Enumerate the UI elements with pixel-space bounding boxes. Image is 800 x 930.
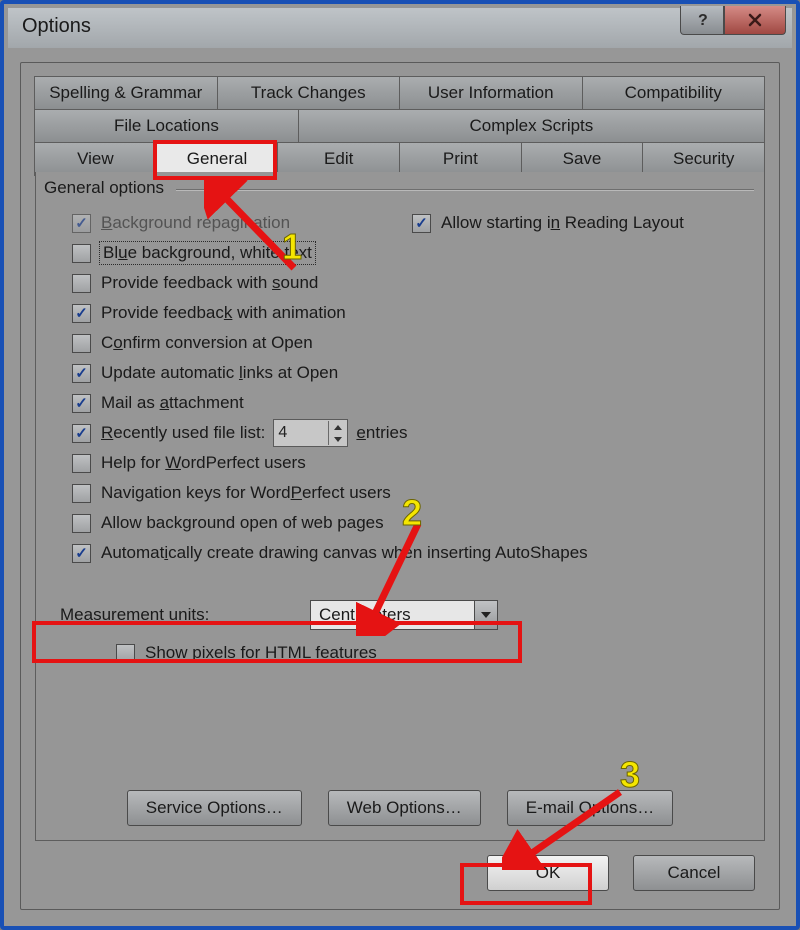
- email-options-button[interactable]: E-mail Options…: [507, 790, 673, 826]
- label-feedback-animation: Provide feedback with animation: [101, 303, 346, 323]
- checkbox-show-pixels-html[interactable]: [116, 644, 135, 663]
- label-blue-background: Blue background, white text: [101, 243, 314, 263]
- label-background-open-web: Allow background open of web pages: [101, 513, 384, 533]
- tab-spelling-grammar[interactable]: Spelling & Grammar: [34, 76, 218, 110]
- spinner-recent-files[interactable]: [273, 419, 348, 447]
- titlebar: Options ?: [8, 8, 792, 48]
- spinner-up-icon[interactable]: [329, 421, 347, 433]
- label-navkeys-wordperfect: Navigation keys for WordPerfect users: [101, 483, 391, 503]
- tab-user-information[interactable]: User Information: [399, 76, 583, 110]
- tab-print[interactable]: Print: [399, 142, 522, 176]
- checkbox-blue-background[interactable]: [72, 244, 91, 263]
- checkbox-mail-attachment[interactable]: [72, 394, 91, 413]
- label-update-links: Update automatic links at Open: [101, 363, 338, 383]
- label-help-wordperfect: Help for WordPerfect users: [101, 453, 306, 473]
- label-background-repagination: Background repagination: [101, 213, 290, 233]
- tab-complex-scripts[interactable]: Complex Scripts: [298, 109, 765, 143]
- combo-measurement-units[interactable]: Centimeters: [310, 600, 498, 630]
- label-entries: entries: [356, 423, 407, 443]
- dropdown-icon[interactable]: [474, 601, 497, 629]
- tab-view[interactable]: View: [34, 142, 157, 176]
- checkbox-feedback-animation[interactable]: [72, 304, 91, 323]
- service-options-button[interactable]: Service Options…: [127, 790, 302, 826]
- label-mail-attachment: Mail as attachment: [101, 393, 244, 413]
- label-feedback-sound: Provide feedback with sound: [101, 273, 318, 293]
- tab-save[interactable]: Save: [521, 142, 644, 176]
- input-recent-files[interactable]: [274, 421, 328, 445]
- tab-security[interactable]: Security: [642, 142, 765, 176]
- group-divider: [176, 189, 754, 190]
- help-button[interactable]: ?: [680, 6, 724, 35]
- dialog-client: Spelling & Grammar Track Changes User In…: [20, 62, 780, 910]
- checkbox-update-links[interactable]: [72, 364, 91, 383]
- checkbox-background-repagination: [72, 214, 91, 233]
- tab-compatibility[interactable]: Compatibility: [582, 76, 766, 110]
- svg-text:?: ?: [698, 12, 708, 29]
- close-button[interactable]: [724, 6, 786, 35]
- tab-file-locations[interactable]: File Locations: [34, 109, 299, 143]
- checkbox-feedback-sound[interactable]: [72, 274, 91, 293]
- checkbox-navkeys-wordperfect[interactable]: [72, 484, 91, 503]
- cancel-button[interactable]: Cancel: [633, 855, 755, 891]
- combo-value: Centimeters: [311, 605, 474, 625]
- label-auto-canvas: Automatically create drawing canvas when…: [101, 543, 588, 563]
- tab-track-changes[interactable]: Track Changes: [217, 76, 401, 110]
- tab-general[interactable]: General: [156, 142, 279, 176]
- options-dialog: Options ? Spelling & Grammar Track Chang…: [0, 0, 800, 930]
- window-title: Options: [22, 15, 91, 38]
- spinner-down-icon[interactable]: [329, 433, 347, 445]
- checkbox-help-wordperfect[interactable]: [72, 454, 91, 473]
- checkbox-recent-files[interactable]: [72, 424, 91, 443]
- checkbox-background-open-web[interactable]: [72, 514, 91, 533]
- label-show-pixels-html: Show pixels for HTML features: [145, 643, 377, 663]
- checkbox-auto-canvas[interactable]: [72, 544, 91, 563]
- web-options-button[interactable]: Web Options…: [328, 790, 481, 826]
- label-measurement-units: Measurement units:: [60, 605, 310, 625]
- group-title: General options: [44, 178, 164, 198]
- label-recent-files: Recently used file list:: [101, 423, 265, 443]
- spinner-arrows[interactable]: [328, 421, 347, 445]
- general-panel: General options Allow starting in Readin…: [35, 172, 765, 841]
- label-confirm-conversion: Confirm conversion at Open: [101, 333, 313, 353]
- checkbox-confirm-conversion[interactable]: [72, 334, 91, 353]
- ok-button[interactable]: OK: [487, 855, 609, 891]
- tab-strip: Spelling & Grammar Track Changes User In…: [35, 77, 765, 173]
- tab-edit[interactable]: Edit: [277, 142, 400, 176]
